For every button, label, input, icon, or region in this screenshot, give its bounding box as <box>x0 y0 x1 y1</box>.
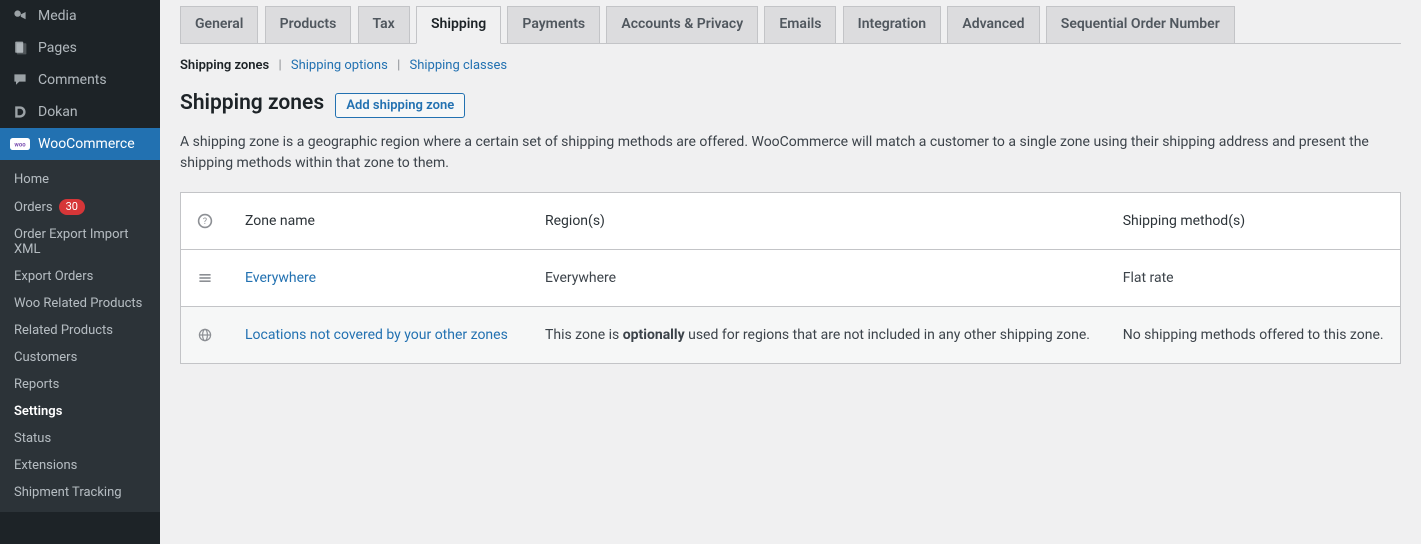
admin-sidebar: Media Pages Comments Dokan woo WooCommer… <box>0 0 160 544</box>
zone-shipping-methods: Flat rate <box>1107 249 1401 306</box>
column-header-shipping-methods: Shipping method(s) <box>1107 192 1401 249</box>
submenu-item-related-products[interactable]: Related Products <box>0 317 160 344</box>
column-header-zone-name: Zone name <box>229 192 529 249</box>
sidebar-item-comments[interactable]: Comments <box>0 64 160 96</box>
submenu-item-label: Orders <box>14 200 53 215</box>
subnav-shipping-options[interactable]: Shipping options <box>291 58 388 73</box>
tab-tax[interactable]: Tax <box>358 6 410 43</box>
submenu-item-home[interactable]: Home <box>0 166 160 193</box>
zone-shipping-methods: No shipping methods offered to this zone… <box>1107 306 1401 363</box>
globe-icon <box>197 327 213 343</box>
tab-integration[interactable]: Integration <box>843 6 941 43</box>
submenu-item-order-export-import-xml[interactable]: Order Export Import XML <box>0 221 160 263</box>
add-shipping-zone-button[interactable]: Add shipping zone <box>335 93 465 118</box>
sidebar-item-woocommerce[interactable]: woo WooCommerce <box>0 128 160 160</box>
submenu-item-label: Customers <box>14 350 77 365</box>
subnav-shipping-classes[interactable]: Shipping classes <box>409 58 507 73</box>
submenu-item-export-orders[interactable]: Export Orders <box>0 263 160 290</box>
tab-products[interactable]: Products <box>265 6 352 43</box>
media-icon <box>10 8 30 24</box>
tab-sequential-order-number[interactable]: Sequential Order Number <box>1046 6 1235 43</box>
tab-payments[interactable]: Payments <box>507 6 600 43</box>
tab-accounts-privacy[interactable]: Accounts & Privacy <box>606 6 758 43</box>
shipping-subnav: Shipping zones | Shipping options | Ship… <box>180 58 1401 73</box>
subnav-shipping-zones[interactable]: Shipping zones <box>180 58 269 73</box>
submenu-item-label: Settings <box>14 404 62 419</box>
sidebar-item-label: Pages <box>38 40 77 56</box>
column-header-regions: Region(s) <box>529 192 1107 249</box>
sidebar-item-label: Comments <box>38 72 107 88</box>
submenu-item-customers[interactable]: Customers <box>0 344 160 371</box>
submenu-item-shipment-tracking[interactable]: Shipment Tracking <box>0 479 160 506</box>
zone-regions: This zone is optionally used for regions… <box>529 306 1107 363</box>
zone-name-link[interactable]: Everywhere <box>245 270 316 286</box>
separator: | <box>391 58 406 73</box>
svg-text:woo: woo <box>14 142 26 149</box>
submenu-item-label: Order Export Import XML <box>14 227 148 257</box>
separator: | <box>272 58 287 73</box>
help-icon[interactable]: ? <box>197 213 213 229</box>
submenu-item-settings[interactable]: Settings <box>0 398 160 425</box>
submenu-item-label: Woo Related Products <box>14 296 142 311</box>
submenu-item-woo-related-products[interactable]: Woo Related Products <box>0 290 160 317</box>
sidebar-item-dokan[interactable]: Dokan <box>0 96 160 128</box>
woocommerce-icon: woo <box>10 137 30 151</box>
submenu-item-label: Related Products <box>14 323 113 338</box>
submenu-item-label: Export Orders <box>14 269 93 284</box>
tab-shipping[interactable]: Shipping <box>416 6 501 44</box>
sidebar-item-label: Media <box>38 8 77 24</box>
page-title: Shipping zones <box>180 91 324 115</box>
orders-count-badge: 30 <box>59 199 85 215</box>
submenu-item-label: Reports <box>14 377 59 392</box>
sidebar-item-label: WooCommerce <box>38 136 135 152</box>
submenu-item-reports[interactable]: Reports <box>0 371 160 398</box>
submenu-item-extensions[interactable]: Extensions <box>0 452 160 479</box>
drag-handle-icon[interactable] <box>197 270 213 286</box>
sidebar-item-label: Dokan <box>38 104 78 120</box>
sidebar-item-pages[interactable]: Pages <box>0 32 160 64</box>
tab-advanced[interactable]: Advanced <box>947 6 1039 43</box>
comment-icon <box>10 72 30 88</box>
submenu-item-label: Status <box>14 431 51 446</box>
tab-emails[interactable]: Emails <box>764 6 836 43</box>
submenu-item-status[interactable]: Status <box>0 425 160 452</box>
submenu-item-label: Home <box>14 172 49 187</box>
woocommerce-submenu: Home Orders 30 Order Export Import XML E… <box>0 160 160 512</box>
submenu-item-label: Extensions <box>14 458 77 473</box>
svg-text:?: ? <box>203 217 207 227</box>
table-row: Locations not covered by your other zone… <box>181 306 1401 363</box>
table-row: Everywhere Everywhere Flat rate <box>181 249 1401 306</box>
settings-tabs: General Products Tax Shipping Payments A… <box>180 0 1401 44</box>
zone-name-link[interactable]: Locations not covered by your other zone… <box>245 327 508 343</box>
shipping-zones-table: ? Zone name Region(s) Shipping method(s)… <box>180 192 1401 364</box>
sidebar-item-media[interactable]: Media <box>0 0 160 32</box>
tab-general[interactable]: General <box>180 6 258 43</box>
page-description: A shipping zone is a geographic region w… <box>180 132 1401 174</box>
zone-regions: Everywhere <box>529 249 1107 306</box>
submenu-item-orders[interactable]: Orders 30 <box>0 193 160 221</box>
page-icon <box>10 40 30 56</box>
submenu-item-label: Shipment Tracking <box>14 485 122 500</box>
dokan-icon <box>10 104 30 120</box>
